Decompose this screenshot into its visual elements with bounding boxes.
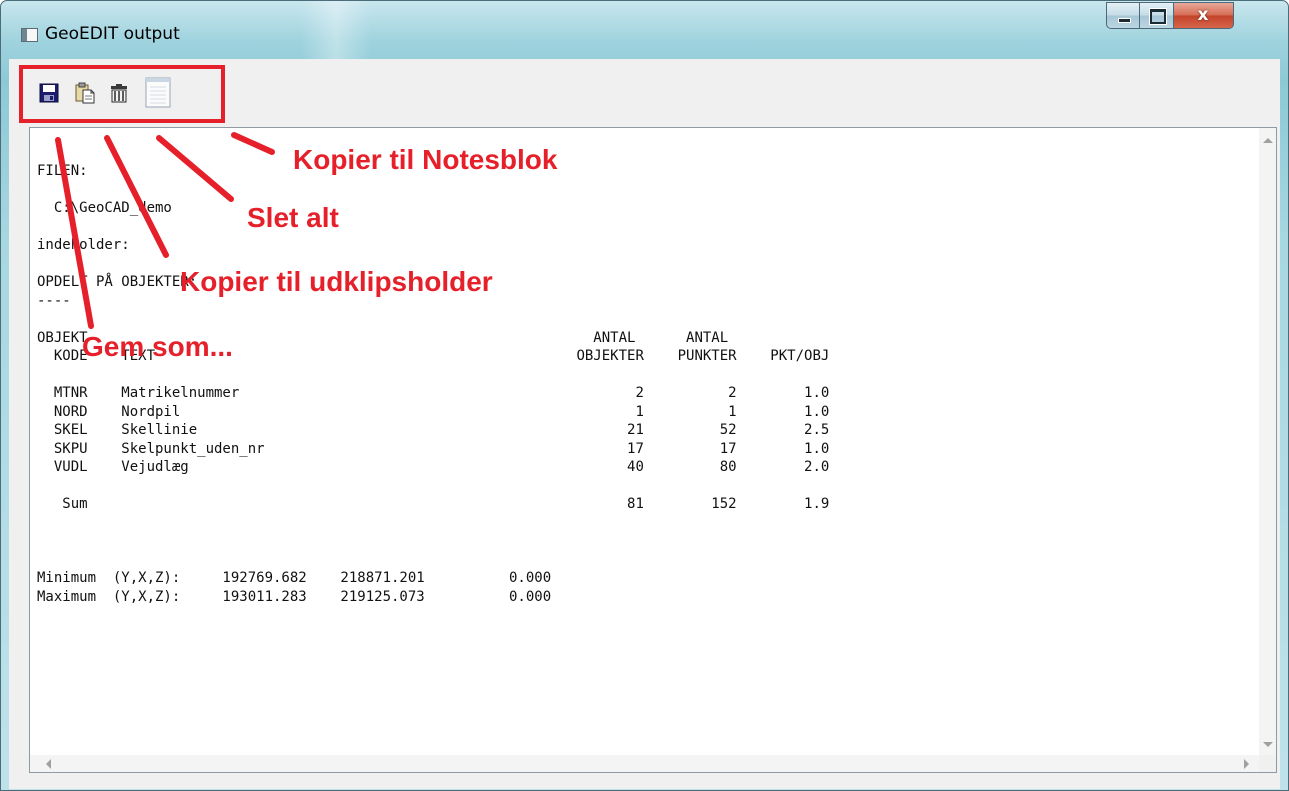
save-icon [39,83,59,103]
size-grip [1259,755,1276,772]
title-bar-glare [301,1,371,59]
annotation-label-gem-som: Gem som... [82,331,233,362]
horizontal-scrollbar[interactable] [30,755,1259,772]
minimize-icon [1118,18,1131,23]
close-button[interactable]: x [1174,2,1234,29]
maximize-icon [1150,9,1166,24]
close-icon: x [1197,5,1209,25]
app-window-icon[interactable] [21,28,38,42]
content-area: FILEN: C:\GeoCAD_demo indeholder: OPDELT… [9,125,1280,789]
scroll-left-arrow-icon[interactable] [46,759,51,769]
window-title: GeoEDIT output [45,24,180,44]
app-window: GeoEDIT output x FILEN: C:\GeoCAD_demo i… [0,0,1289,791]
output-text[interactable]: FILEN: C:\GeoCAD_demo indeholder: OPDELT… [37,162,829,606]
save-button[interactable] [37,81,61,105]
scroll-down-arrow-icon[interactable] [1263,742,1273,747]
trash-icon [111,84,127,103]
scroll-up-arrow-icon[interactable] [1263,138,1273,143]
annotation-label-notes: Kopier til Notesblok [293,144,558,175]
title-bar[interactable]: GeoEDIT output x [1,1,1288,59]
annotation-label-slet-alt: Slet alt [247,202,339,233]
maximize-button[interactable] [1140,2,1174,29]
clear-all-button[interactable] [107,81,131,105]
scroll-right-arrow-icon[interactable] [1244,759,1249,769]
clipboard-icon [75,82,95,104]
copy-to-notepad-button[interactable] [143,75,173,109]
copy-to-clipboard-button[interactable] [73,81,97,105]
output-textbox[interactable]: FILEN: C:\GeoCAD_demo indeholder: OPDELT… [29,127,1277,773]
vertical-scrollbar[interactable] [1259,128,1276,755]
minimize-button[interactable] [1106,2,1140,29]
annotation-label-kopier: Kopier til udklipsholder [180,266,493,297]
notepad-icon [145,77,171,108]
toolbar [9,59,1280,125]
